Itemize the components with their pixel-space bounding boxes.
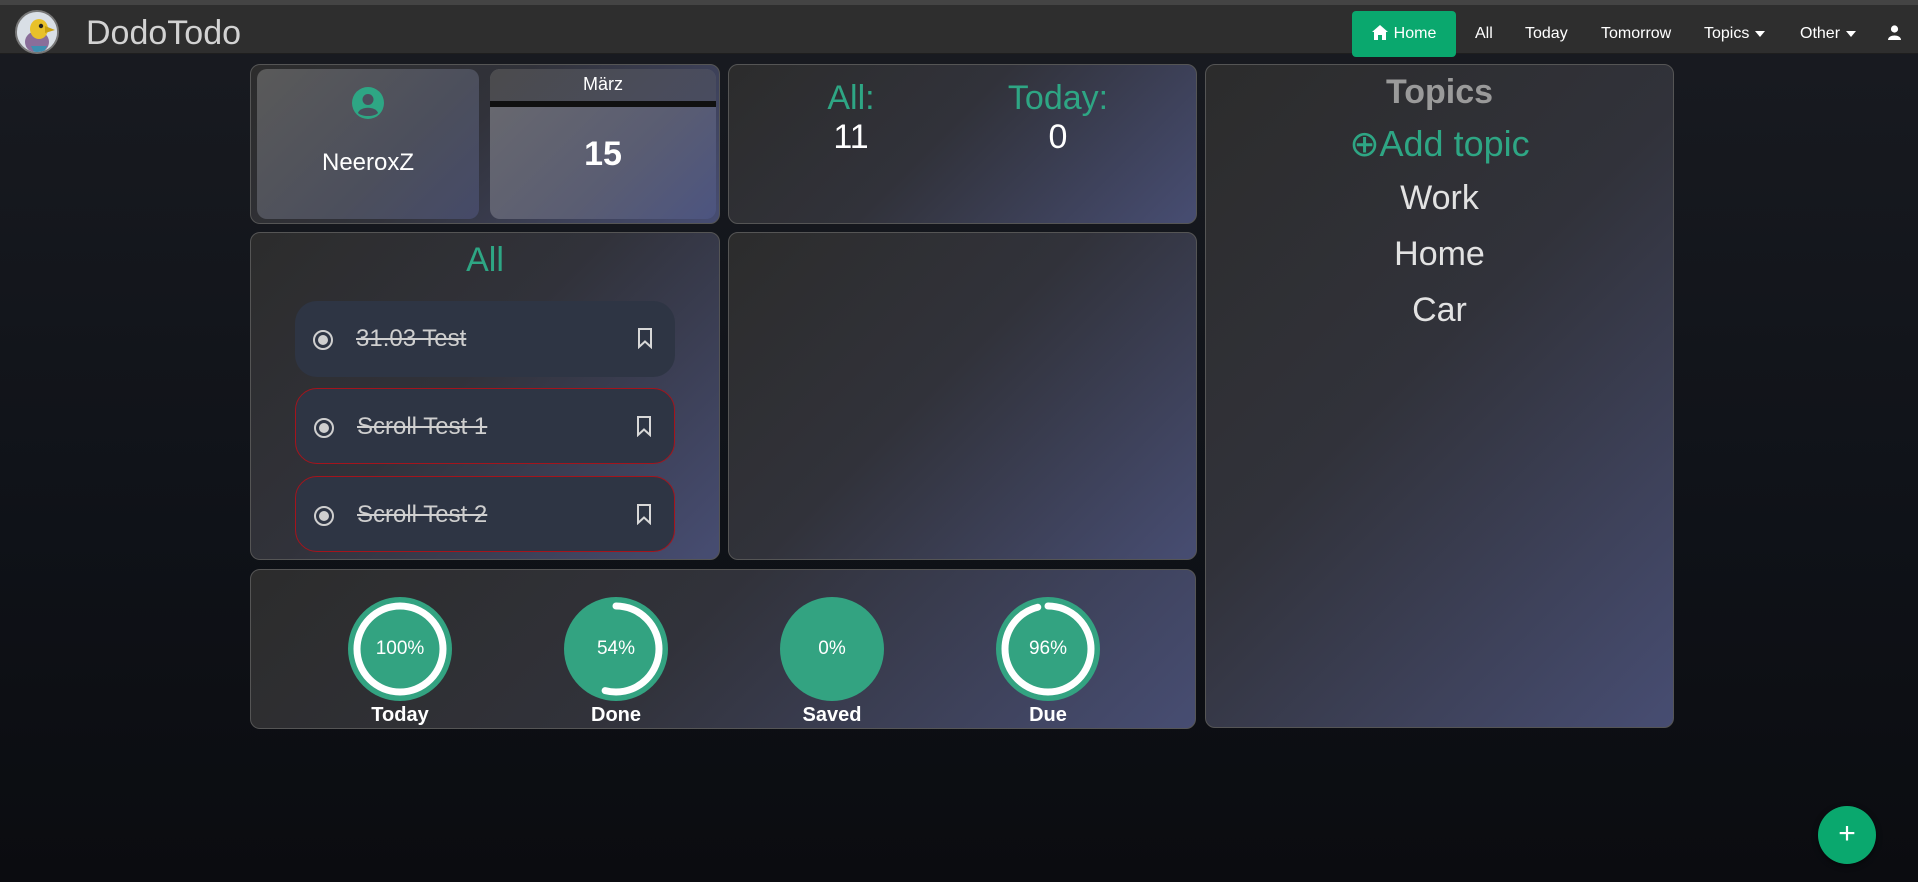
stat-due: 96% Due xyxy=(995,596,1101,727)
add-task-button[interactable]: + xyxy=(1818,806,1876,864)
nav-tomorrow[interactable]: Tomorrow xyxy=(1601,11,1671,57)
bookmark-icon[interactable] xyxy=(636,503,652,525)
stats-card: 100% Today 54% Done 0% Saved 96% Due xyxy=(250,569,1196,729)
calendar-month: März xyxy=(490,69,716,107)
stat-percent: 54% xyxy=(597,638,635,659)
top-navbar: DodoTodo Home All Today Tomorrow Topics … xyxy=(0,0,1918,57)
app-title[interactable]: DodoTodo xyxy=(86,14,241,53)
calendar-date: März 15 xyxy=(490,69,716,219)
stat-today: 100% Today xyxy=(347,596,453,727)
user-box[interactable]: NeeroxZ xyxy=(257,69,479,219)
nav-all[interactable]: All xyxy=(1475,11,1493,57)
user-circle-icon xyxy=(352,87,384,119)
task-done-radio[interactable] xyxy=(314,506,334,526)
empty-panel xyxy=(728,232,1197,560)
stat-saved: 0% Saved xyxy=(779,596,885,727)
count-today[interactable]: Today: 0 xyxy=(988,79,1128,157)
caret-down-icon xyxy=(1755,30,1766,37)
home-icon xyxy=(1371,25,1388,40)
dodo-logo-icon[interactable] xyxy=(15,10,59,54)
stat-percent: 96% xyxy=(1029,638,1067,659)
task-item[interactable]: Scroll Test 2 xyxy=(295,476,675,552)
task-done-radio[interactable] xyxy=(313,330,333,350)
count-today-value: 0 xyxy=(1048,118,1068,156)
task-done-radio[interactable] xyxy=(314,418,334,438)
all-tasks-card: All 31.03 Test Scroll Test 1 Scroll Test… xyxy=(250,232,720,560)
progress-ring: 54% xyxy=(564,597,668,701)
caret-down-icon xyxy=(1846,30,1857,37)
bookmark-icon[interactable] xyxy=(636,415,652,437)
profile-card: NeeroxZ März 15 xyxy=(250,64,720,224)
task-item[interactable]: Scroll Test 1 xyxy=(295,388,675,464)
stat-label: Today xyxy=(371,704,429,726)
count-today-label: Today: xyxy=(1007,79,1109,117)
topics-title: Topics xyxy=(1385,73,1494,111)
nav-topics-dropdown[interactable]: Topics xyxy=(1704,11,1766,57)
counts-card: All: 11 Today: 0 xyxy=(728,64,1197,224)
nav-today[interactable]: Today xyxy=(1525,11,1568,57)
username: NeeroxZ xyxy=(321,149,415,176)
topics-card: Topics ⊕Add topic Work Home Car xyxy=(1205,64,1674,728)
nav-home-label: Home xyxy=(1393,25,1437,42)
progress-ring: 100% xyxy=(348,597,452,701)
nav-topics-label: Topics xyxy=(1704,25,1750,42)
task-item[interactable]: 31.03 Test xyxy=(295,301,675,377)
stat-label: Done xyxy=(591,704,641,726)
count-all-label: All: xyxy=(827,79,875,117)
bookmark-icon[interactable] xyxy=(637,327,653,349)
calendar-day: 15 xyxy=(584,135,622,173)
topic-item-home[interactable]: Home xyxy=(1206,235,1673,274)
task-text: 31.03 Test xyxy=(356,325,467,352)
nav-other-dropdown[interactable]: Other xyxy=(1800,11,1857,57)
stat-percent: 100% xyxy=(376,638,425,659)
topic-item-work[interactable]: Work xyxy=(1206,179,1673,218)
stat-done: 54% Done xyxy=(563,596,669,727)
progress-ring: 96% xyxy=(996,597,1100,701)
nav-user-menu[interactable] xyxy=(1888,11,1901,57)
stat-label: Due xyxy=(1029,704,1067,726)
all-tasks-title[interactable]: All xyxy=(251,241,719,280)
progress-ring: 0% xyxy=(780,597,884,701)
task-text: Scroll Test 1 xyxy=(357,413,488,440)
stat-percent: 0% xyxy=(818,638,846,659)
user-icon xyxy=(1888,25,1901,40)
nav-home[interactable]: Home xyxy=(1352,11,1456,57)
count-all-value: 11 xyxy=(833,118,869,156)
add-topic-button[interactable]: ⊕Add topic xyxy=(1206,123,1673,165)
count-all[interactable]: All: 11 xyxy=(781,79,921,157)
topic-item-car[interactable]: Car xyxy=(1206,291,1673,330)
stat-label: Saved xyxy=(802,704,862,726)
task-text: Scroll Test 2 xyxy=(357,501,488,528)
nav-other-label: Other xyxy=(1800,25,1841,42)
